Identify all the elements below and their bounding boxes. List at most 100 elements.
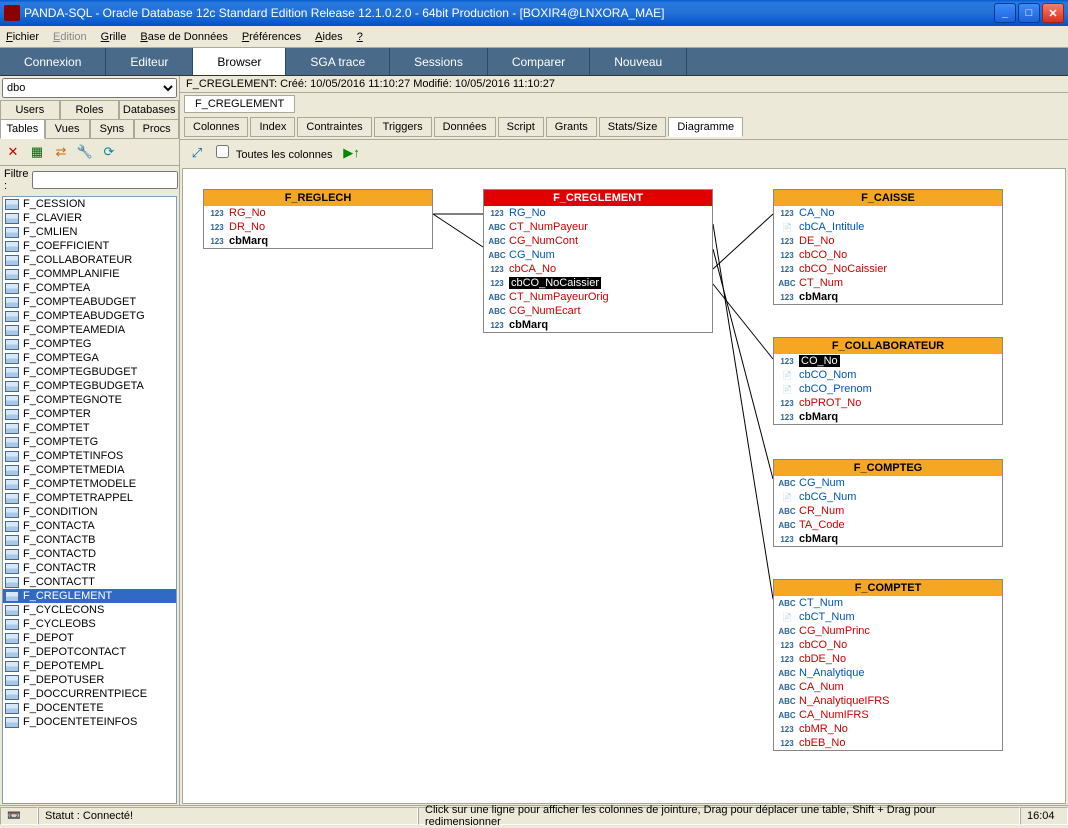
detail-tab[interactable]: Index [250,117,295,137]
entity-table[interactable]: F_CREGLEMENT123RG_NoABCCT_NumPayeurABCCG… [483,189,713,333]
table-item[interactable]: F_COEFFICIENT [3,239,176,253]
table-item[interactable]: F_COMPTER [3,407,176,421]
table-item[interactable]: F_COMPTEABUDGET [3,295,176,309]
table-item[interactable]: F_CONTACTB [3,533,176,547]
table-item[interactable]: F_DOCCURRENTPIECE [3,687,176,701]
entity-column[interactable]: 123cbMarq [774,290,1002,304]
table-item[interactable]: F_CONDITION [3,505,176,519]
entity-column[interactable]: ABCN_Analytique [774,666,1002,680]
entity-column[interactable]: 123RG_No [204,206,432,220]
top-tab[interactable]: SGA trace [286,48,390,75]
minimize-button[interactable]: _ [994,3,1016,23]
entity-column[interactable]: 📄cbCO_Nom [774,368,1002,382]
entity-column[interactable]: 📄cbCT_Num [774,610,1002,624]
wrench-icon[interactable]: 🔧 [76,143,94,161]
table-item[interactable]: F_CYCLECONS [3,603,176,617]
expand-icon[interactable]: ⤢ [188,144,206,162]
table-item[interactable]: F_COMPTEG [3,337,176,351]
table-item[interactable]: F_COMPTETMODELE [3,477,176,491]
menu-item[interactable]: Grille [101,31,127,43]
entity-column[interactable]: 123cbMR_No [774,722,1002,736]
entity-table[interactable]: F_COMPTEGABCCG_Num📄cbCG_NumABCCR_NumABCT… [773,459,1003,547]
object-tab[interactable]: Users [0,100,60,120]
table-item[interactable]: F_COLLABORATEUR [3,253,176,267]
transfer-icon[interactable]: ⇄ [52,143,70,161]
table-item[interactable]: F_CONTACTD [3,547,176,561]
top-tab[interactable]: Editeur [106,48,193,75]
entity-column[interactable]: ABCCT_NumPayeur [484,220,712,234]
table-item[interactable]: F_CONTACTR [3,561,176,575]
entity-column[interactable]: ABCCG_NumPrinc [774,624,1002,638]
entity-column[interactable]: 123cbEB_No [774,736,1002,750]
detail-tab[interactable]: Colonnes [184,117,248,137]
table-item[interactable]: F_CLAVIER [3,211,176,225]
table-item[interactable]: F_COMPTEAMEDIA [3,323,176,337]
entity-column[interactable]: 📄cbCA_Intitule [774,220,1002,234]
entity-table[interactable]: F_REGLECH123RG_No123DR_No123cbMarq [203,189,433,249]
table-item[interactable]: F_DEPOT [3,631,176,645]
object-tab[interactable]: Tables [0,119,45,139]
table-item[interactable]: F_DEPOTCONTACT [3,645,176,659]
entity-column[interactable]: ABCCG_Num [774,476,1002,490]
close-button[interactable]: ✕ [1042,3,1064,23]
entity-table[interactable]: F_COLLABORATEUR123CO_No📄cbCO_Nom📄cbCO_Pr… [773,337,1003,425]
menu-item[interactable]: Edition [53,31,87,43]
entity-column[interactable]: 📄cbCG_Num [774,490,1002,504]
entity-column[interactable]: 123cbCA_No [484,262,712,276]
table-item[interactable]: F_COMPTETRAPPEL [3,491,176,505]
entity-column[interactable]: ABCN_AnalytiqueIFRS [774,694,1002,708]
entity-column[interactable]: 123DE_No [774,234,1002,248]
diagram-area[interactable]: F_REGLECH123RG_No123DR_No123cbMarq F_CREG… [182,168,1066,804]
table-item[interactable]: F_DOCENTETEINFOS [3,715,176,729]
object-tab[interactable]: Databases [119,100,179,120]
table-item[interactable]: F_COMMPLANIFIE [3,267,176,281]
table-item[interactable]: F_COMPTEGNOTE [3,393,176,407]
table-item[interactable]: F_COMPTEABUDGETG [3,309,176,323]
menu-item[interactable]: Fichier [6,31,39,43]
entity-table[interactable]: F_COMPTETABCCT_Num📄cbCT_NumABCCG_NumPrin… [773,579,1003,751]
detail-tab[interactable]: Grants [546,117,597,137]
entity-column[interactable]: ABCCG_NumCont [484,234,712,248]
filter-input[interactable] [32,171,178,189]
schema-select[interactable]: dbo [2,78,177,98]
table-item[interactable]: F_CMLIEN [3,225,176,239]
entity-column[interactable]: ABCTA_Code [774,518,1002,532]
table-item[interactable]: F_CREGLEMENT [3,589,176,603]
entity-column[interactable]: 123CO_No [774,354,1002,368]
table-item[interactable]: F_DEPOTEMPL [3,659,176,673]
table-item[interactable]: F_DOCENTETE [3,701,176,715]
entity-column[interactable]: 123cbCO_NoCaissier [484,276,712,290]
table-list[interactable]: F_CESSIONF_CLAVIERF_CMLIENF_COEFFICIENTF… [2,196,177,804]
refresh-icon[interactable]: ⟳ [100,143,118,161]
entity-column[interactable]: ABCCT_NumPayeurOrig [484,290,712,304]
entity-column[interactable]: 123cbMarq [484,318,712,332]
maximize-button[interactable]: □ [1018,3,1040,23]
calc-icon[interactable]: ▦ [28,143,46,161]
table-item[interactable]: F_CYCLEOBS [3,617,176,631]
entity-column[interactable]: 123cbMarq [204,234,432,248]
entity-column[interactable]: ABCCA_Num [774,680,1002,694]
detail-tab[interactable]: Contraintes [297,117,371,137]
top-tab[interactable]: Comparer [488,48,590,75]
table-item[interactable]: F_CESSION [3,197,176,211]
entity-column[interactable]: 123cbCO_No [774,248,1002,262]
object-tab[interactable]: Procs [134,119,179,139]
entity-column[interactable]: ABCCG_NumEcart [484,304,712,318]
entity-column[interactable]: ABCCT_Num [774,276,1002,290]
table-item[interactable]: F_COMPTEA [3,281,176,295]
top-tab[interactable]: Sessions [390,48,488,75]
object-tab[interactable]: Syns [90,119,135,139]
entity-table[interactable]: F_CAISSE123CA_No📄cbCA_Intitule123DE_No12… [773,189,1003,305]
table-item[interactable]: F_COMPTEGA [3,351,176,365]
table-item[interactable]: F_CONTACTA [3,519,176,533]
object-tab[interactable]: Vues [45,119,90,139]
entity-column[interactable]: ABCCT_Num [774,596,1002,610]
table-item[interactable]: F_COMPTETG [3,435,176,449]
entity-column[interactable]: 123cbPROT_No [774,396,1002,410]
top-tab[interactable]: Connexion [0,48,106,75]
menu-item[interactable]: Aides [315,31,343,43]
detail-tab[interactable]: Données [434,117,496,137]
sub-tab[interactable]: F_CREGLEMENT [184,95,295,113]
table-item[interactable]: F_COMPTEGBUDGET [3,365,176,379]
top-tab[interactable]: Browser [193,48,286,75]
